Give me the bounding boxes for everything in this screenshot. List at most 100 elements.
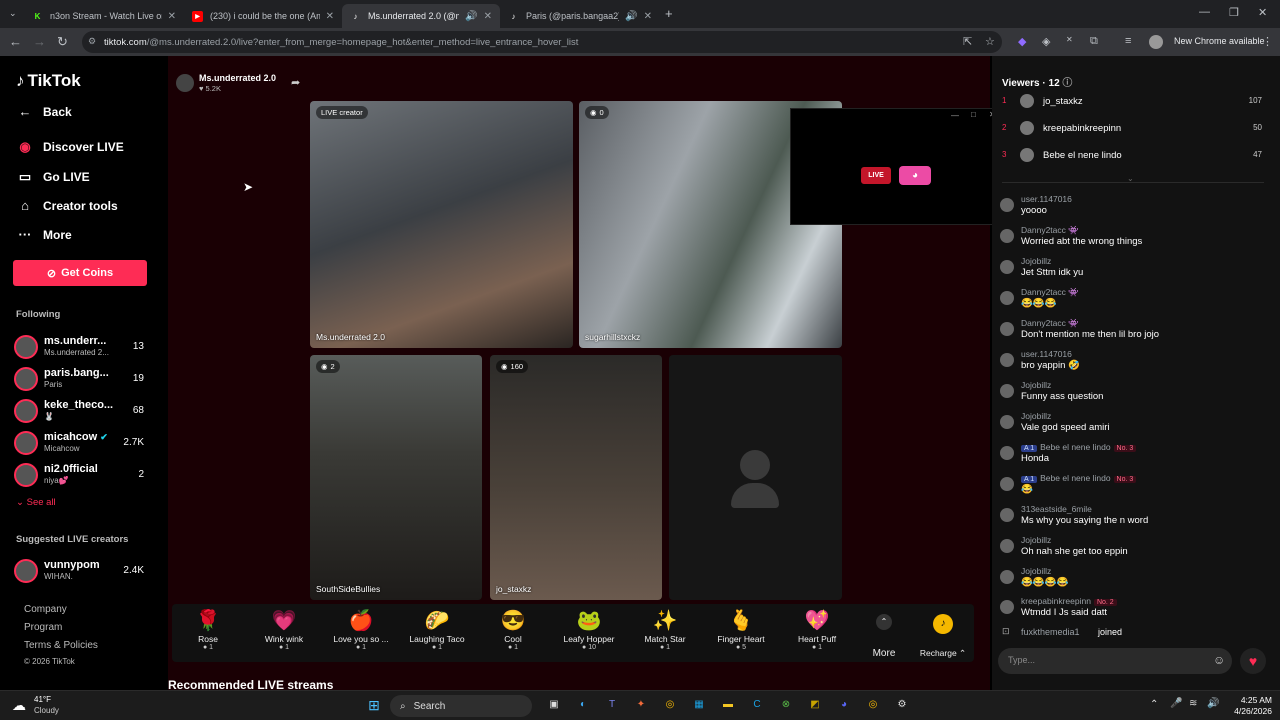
following-item[interactable]: micahcow ✔ Micahcow 2.7K	[14, 431, 154, 457]
chat-user[interactable]: Jojobillz	[1021, 566, 1051, 576]
extensions-puzzle-icon[interactable]: ⧉	[1090, 35, 1098, 48]
chat-user[interactable]: user.1147016	[1021, 349, 1072, 359]
gift-item[interactable]: 💖 Heart Puff ● 1	[782, 608, 852, 651]
gift-heart-icon[interactable]: ♥	[1240, 648, 1266, 674]
chat-user[interactable]: Danny2tacc 👾	[1021, 287, 1079, 298]
host-name[interactable]: Ms.underrated 2.0	[199, 73, 276, 83]
reading-list-icon[interactable]: ≡	[1125, 35, 1131, 47]
vscode-icon[interactable]: C	[749, 697, 765, 713]
clock-date[interactable]: 4/26/2026	[1222, 706, 1272, 716]
store-icon[interactable]: ▦	[691, 697, 707, 713]
discord-icon[interactable]: ◕	[836, 697, 852, 713]
browser-tab[interactable]: ▶ (230) i could be the one (Amb ✕	[184, 4, 342, 28]
taskbar-search[interactable]: ⌕ Search	[390, 695, 532, 717]
chat-user[interactable]: Jojobillz	[1021, 535, 1051, 545]
gift-item[interactable]: 🌹 Rose ● 1	[173, 608, 243, 651]
extension-icon[interactable]: ◆	[1018, 35, 1026, 48]
restore-icon[interactable]: ❐	[1229, 6, 1239, 19]
gift-item[interactable]: 😎 Cool ● 1	[478, 608, 548, 651]
weather-temp[interactable]: 41°F	[34, 695, 51, 704]
address-bar[interactable]: ⚙ tiktok.com/@ms.underrated.2.0/live?ent…	[82, 31, 1002, 53]
chrome-icon[interactable]: ◎	[662, 697, 678, 713]
new-chrome-available-button[interactable]: New Chrome available	[1174, 36, 1265, 46]
chat-input[interactable]: Type...	[998, 648, 1232, 674]
chat-user[interactable]: Danny2tacc 👾	[1021, 318, 1079, 329]
tab-search-icon[interactable]: ⌄	[9, 8, 17, 19]
footer-company-link[interactable]: Company	[24, 604, 67, 615]
close-tab-icon[interactable]: ✕	[484, 11, 492, 22]
chat-user[interactable]: Jojobillz	[1021, 411, 1051, 421]
minimize-icon[interactable]: —	[1199, 6, 1210, 18]
recharge-button[interactable]: ♪ Recharge ⌃	[914, 608, 972, 659]
bookmark-star-icon[interactable]: ☆	[985, 35, 995, 48]
emoji-icon[interactable]: ☺	[1213, 653, 1225, 667]
browser-tab[interactable]: ♪ Paris (@paris.bangaa2) is LI 🔊 ✕	[500, 4, 660, 28]
footer-terms-link[interactable]: Terms & Policies	[24, 640, 98, 651]
windows-start-icon[interactable]: ⊞	[366, 697, 382, 713]
viewer-row[interactable]: 2 kreepabinkreepinn 50	[1002, 121, 1262, 137]
gift-item[interactable]: 🍎 Love you so ... ● 1	[326, 608, 396, 651]
menu-kebab-icon[interactable]: ⋮	[1262, 35, 1273, 48]
gift-item[interactable]: 💗 Wink wink ● 1	[249, 608, 319, 651]
chat-user[interactable]: A 1 Bebe el nene lindo No. 3	[1021, 473, 1137, 483]
volume-icon[interactable]: 🔊	[1207, 698, 1219, 709]
chat-user[interactable]: user.1147016	[1021, 194, 1072, 204]
settings-gear-icon[interactable]: ⚙	[894, 697, 910, 713]
audio-icon[interactable]: 🔊	[465, 11, 477, 22]
get-coins-button[interactable]: ⊘ Get Coins	[13, 260, 147, 286]
following-item[interactable]: ms.underr... Ms.underrated 2... 13	[14, 335, 154, 361]
close-tab-icon[interactable]: ✕	[644, 11, 652, 22]
gift-item[interactable]: 🌮 Laughing Taco ● 1	[402, 608, 472, 651]
chat-user[interactable]: 313eastside_6mile	[1021, 504, 1092, 514]
clock-time[interactable]: 4:25 AM	[1234, 695, 1272, 705]
chat-user[interactable]: A 1 Bebe el nene lindo No. 3	[1021, 442, 1137, 452]
copilot-icon[interactable]: ✦	[633, 697, 649, 713]
following-item[interactable]: keke_theco... 🐰 68	[14, 399, 154, 425]
minimize-icon[interactable]: —	[951, 111, 959, 120]
weather-desc[interactable]: Cloudy	[34, 706, 59, 715]
viewer-row[interactable]: 3 Bebe el nene lindo 47	[1002, 148, 1262, 164]
host-avatar[interactable]	[176, 74, 194, 92]
chevron-down-icon[interactable]: ⌄	[1127, 174, 1134, 183]
close-tab-icon[interactable]: ✕	[326, 11, 334, 22]
gift-item[interactable]: ✨ Match Star ● 1	[630, 608, 700, 651]
new-tab-icon[interactable]: +	[665, 6, 673, 21]
nav-creator-tools[interactable]: ⌂ Creator tools	[16, 198, 118, 213]
extension-icon[interactable]: ◈	[1042, 35, 1050, 48]
file-explorer-icon[interactable]: ▬	[720, 697, 736, 713]
close-window-icon[interactable]: ✕	[1258, 6, 1267, 19]
nav-more[interactable]: ··· More	[16, 227, 72, 242]
nav-go-live[interactable]: ▭ Go LIVE	[16, 169, 90, 185]
close-tab-icon[interactable]: ✕	[168, 11, 176, 22]
following-item[interactable]: paris.bang... Paris 19	[14, 367, 154, 393]
xbox-icon[interactable]: ⊗	[778, 697, 794, 713]
chat-user[interactable]: Jojobillz	[1021, 380, 1051, 390]
app-icon[interactable]: ◩	[807, 697, 823, 713]
open-in-app-icon[interactable]: ⇱	[963, 35, 972, 48]
tiktok-logo[interactable]: ♪ TikTok	[16, 71, 81, 91]
browser-tab-active[interactable]: ♪ Ms.underrated 2.0 (@ms.u 🔊 ✕	[342, 4, 500, 28]
profile-avatar[interactable]	[1149, 35, 1163, 49]
audio-icon[interactable]: 🔊	[625, 11, 637, 22]
joined-user[interactable]: fuxkthemedia1	[1021, 627, 1080, 637]
microphone-icon[interactable]: 🎤	[1170, 698, 1182, 709]
teams-icon[interactable]: T	[604, 697, 620, 713]
forward-icon[interactable]: →	[33, 34, 46, 49]
video-tile-guest[interactable]: ◉ 160 jo_staxkz	[490, 355, 662, 600]
video-tile-empty[interactable]	[669, 355, 842, 600]
edge-icon[interactable]: ◐	[575, 697, 591, 713]
chevron-up-icon[interactable]: ⌃	[1150, 699, 1158, 710]
video-tile-host[interactable]: LIVE creator Ms.underrated 2.0	[310, 101, 573, 348]
share-icon[interactable]: ➦	[291, 76, 300, 89]
gift-item[interactable]: 🫰 Finger Heart ● 5	[706, 608, 776, 651]
extension-icon[interactable]: ✕	[1066, 35, 1073, 44]
task-view-icon[interactable]: ▣	[546, 697, 562, 713]
more-gifts-button[interactable]: ⌃ More	[849, 608, 919, 659]
chat-user[interactable]: kreepabinkreepinn No. 2	[1021, 596, 1117, 606]
nav-discover-live[interactable]: ◉ Discover LIVE	[16, 139, 123, 155]
footer-program-link[interactable]: Program	[24, 622, 62, 633]
see-all-link[interactable]: ⌄ See all	[16, 497, 56, 508]
chat-user[interactable]: Danny2tacc 👾	[1021, 225, 1079, 236]
chat-user[interactable]: Jojobillz	[1021, 256, 1051, 266]
browser-tab[interactable]: K n3on Stream - Watch Live on K ✕	[24, 4, 184, 28]
